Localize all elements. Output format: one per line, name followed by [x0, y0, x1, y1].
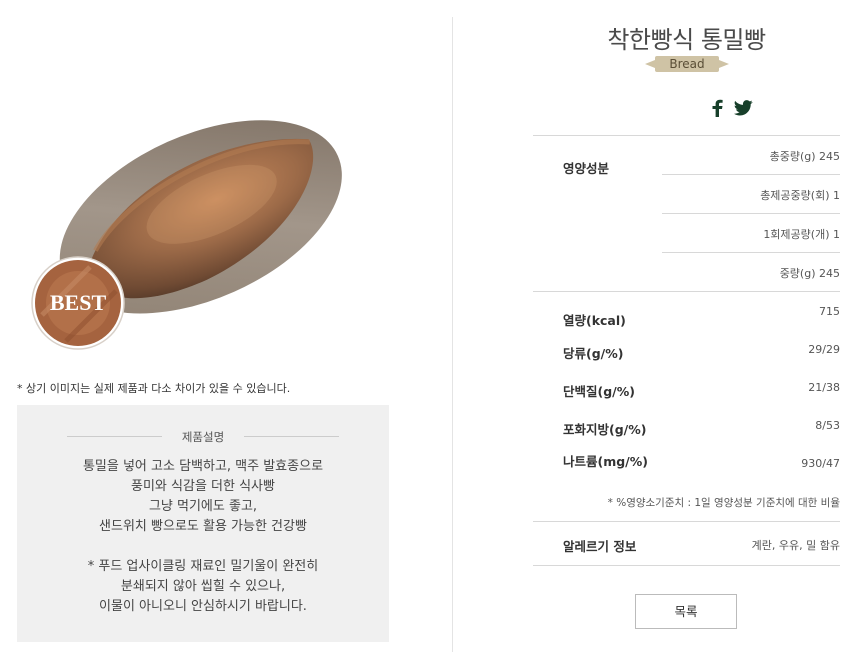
image-disclaimer: * 상기 이미지는 실제 제품과 다소 차이가 있을 수 있습니다. [17, 382, 291, 395]
section-rule [533, 291, 840, 292]
amount-row-rule [662, 213, 840, 214]
nutrient-label-sugars: 당류(g/%) [563, 346, 624, 361]
nutrient-value-saturated-fat: 8/53 [815, 419, 840, 432]
nutrient-value-protein: 21/38 [808, 381, 840, 394]
allergy-bottom-rule [533, 565, 840, 566]
facebook-icon[interactable] [711, 99, 723, 117]
amount-total-weight: 총중량(g) 245 [769, 150, 840, 163]
list-button[interactable]: 목록 [635, 594, 737, 629]
description-gap [17, 537, 389, 557]
amount-weight: 중량(g) 245 [779, 267, 840, 280]
description-line: 샌드위치 빵으로도 활용 가능한 건강빵 [99, 519, 307, 534]
amount-per-serving: 1회제공량(개) 1 [763, 228, 840, 241]
title-rule-right [244, 436, 339, 437]
amount-servings: 총제공중량(회) 1 [760, 189, 840, 202]
description-line: 풍미와 식감을 더한 식사빵 [131, 479, 275, 494]
badge-best-text: BEST [50, 290, 107, 315]
description-line: 통밀을 넣어 고소 담백하고, 맥주 발효종으로 [82, 459, 324, 474]
twitter-icon[interactable] [734, 100, 753, 116]
nutrient-value-sodium: 930/47 [801, 457, 840, 470]
amount-row-rule [662, 252, 840, 253]
description-line: 이물이 아니오니 안심하시기 바랍니다. [99, 599, 307, 614]
nutrient-label-sodium: 나트륨(mg/%) [563, 454, 648, 469]
description-line: * 푸드 업사이클링 재료인 밀기울이 완전히 [87, 559, 319, 574]
column-divider [452, 17, 453, 652]
allergy-top-rule [533, 521, 840, 522]
nutrition-section-label: 영양성분 [563, 161, 610, 176]
nutrient-label-saturated-fat: 포화지방(g/%) [563, 422, 647, 437]
nutrient-value-calories: 715 [819, 305, 840, 318]
ribbon-right-wing [719, 60, 729, 68]
category-label: Bread [669, 57, 705, 71]
nutrient-value-sugars: 29/29 [808, 343, 840, 356]
product-title: 착한빵식 통밀빵 [607, 26, 766, 54]
nutrition-footnote: * %영양소기준치 : 1일 영양성분 기준치에 대한 비율 [607, 497, 840, 509]
best-badge: BEST [31, 256, 125, 350]
nutrient-label-protein: 단백질(g/%) [563, 384, 635, 399]
description-title: 제품설명 [181, 430, 225, 444]
table-top-rule [533, 135, 840, 136]
description-title-row: 제품설명 [67, 429, 339, 444]
amount-row-rule [662, 174, 840, 175]
allergy-label: 알레르기 정보 [563, 539, 637, 554]
product-description-box: 제품설명 통밀을 넣어 고소 담백하고, 맥주 발효종으로 풍미와 식감을 더한… [17, 405, 389, 642]
nutrient-label-calories: 열량(kcal) [563, 313, 626, 328]
description-line: 그냥 먹기에도 좋고, [148, 499, 258, 514]
description-line: 분쇄되지 않아 씹힐 수 있으나, [120, 579, 286, 594]
ribbon-left-wing [645, 60, 655, 68]
allergy-value: 계란, 우유, 밀 함유 [751, 539, 840, 552]
description-text: 통밀을 넣어 고소 담백하고, 맥주 발효종으로 풍미와 식감을 더한 식사빵 … [17, 457, 389, 617]
category-ribbon: Bread [645, 55, 729, 73]
